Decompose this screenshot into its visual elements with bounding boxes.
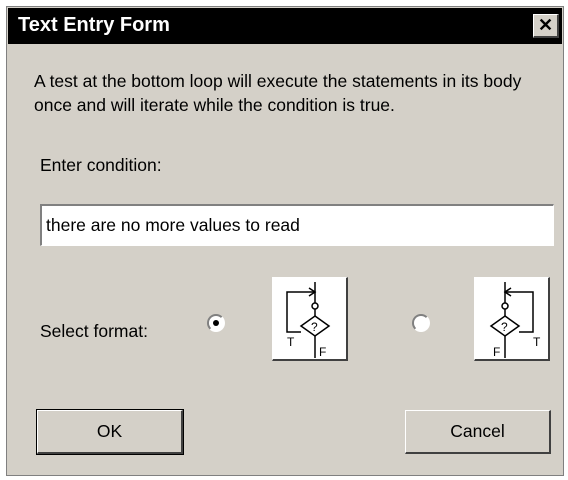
cancel-button[interactable]: Cancel	[405, 410, 551, 454]
window-title: Text Entry Form	[18, 14, 170, 36]
true-branch-label: T	[287, 335, 295, 349]
format-radio-true-right[interactable]	[412, 314, 430, 332]
close-button[interactable]: ✕	[533, 14, 559, 38]
flowchart-loop-icon: ? T F	[489, 282, 541, 359]
radio-selected-dot	[213, 320, 219, 326]
format-option-true-left-button[interactable]: ? T F	[272, 277, 348, 361]
format-radio-true-left[interactable]	[207, 314, 225, 332]
description-text: A test at the bottom loop will execute t…	[34, 71, 522, 115]
flowchart-loop-icon: ? T F	[286, 282, 331, 359]
format-label: Select format:	[40, 321, 148, 341]
decision-mark: ?	[501, 320, 508, 334]
decision-mark: ?	[311, 320, 318, 334]
ok-button[interactable]: OK	[36, 409, 184, 455]
false-branch-label: F	[493, 345, 500, 359]
condition-label: Enter condition:	[40, 155, 162, 175]
text-entry-dialog: Text Entry Form ✕ A test at the bottom l…	[6, 6, 564, 476]
true-branch-label: T	[533, 335, 541, 349]
close-icon: ✕	[537, 15, 554, 35]
condition-input[interactable]	[40, 204, 554, 246]
title-bar[interactable]: Text Entry Form ✕	[8, 8, 562, 44]
false-branch-label: F	[319, 345, 326, 359]
format-option-true-right-button[interactable]: ? T F	[474, 277, 550, 361]
